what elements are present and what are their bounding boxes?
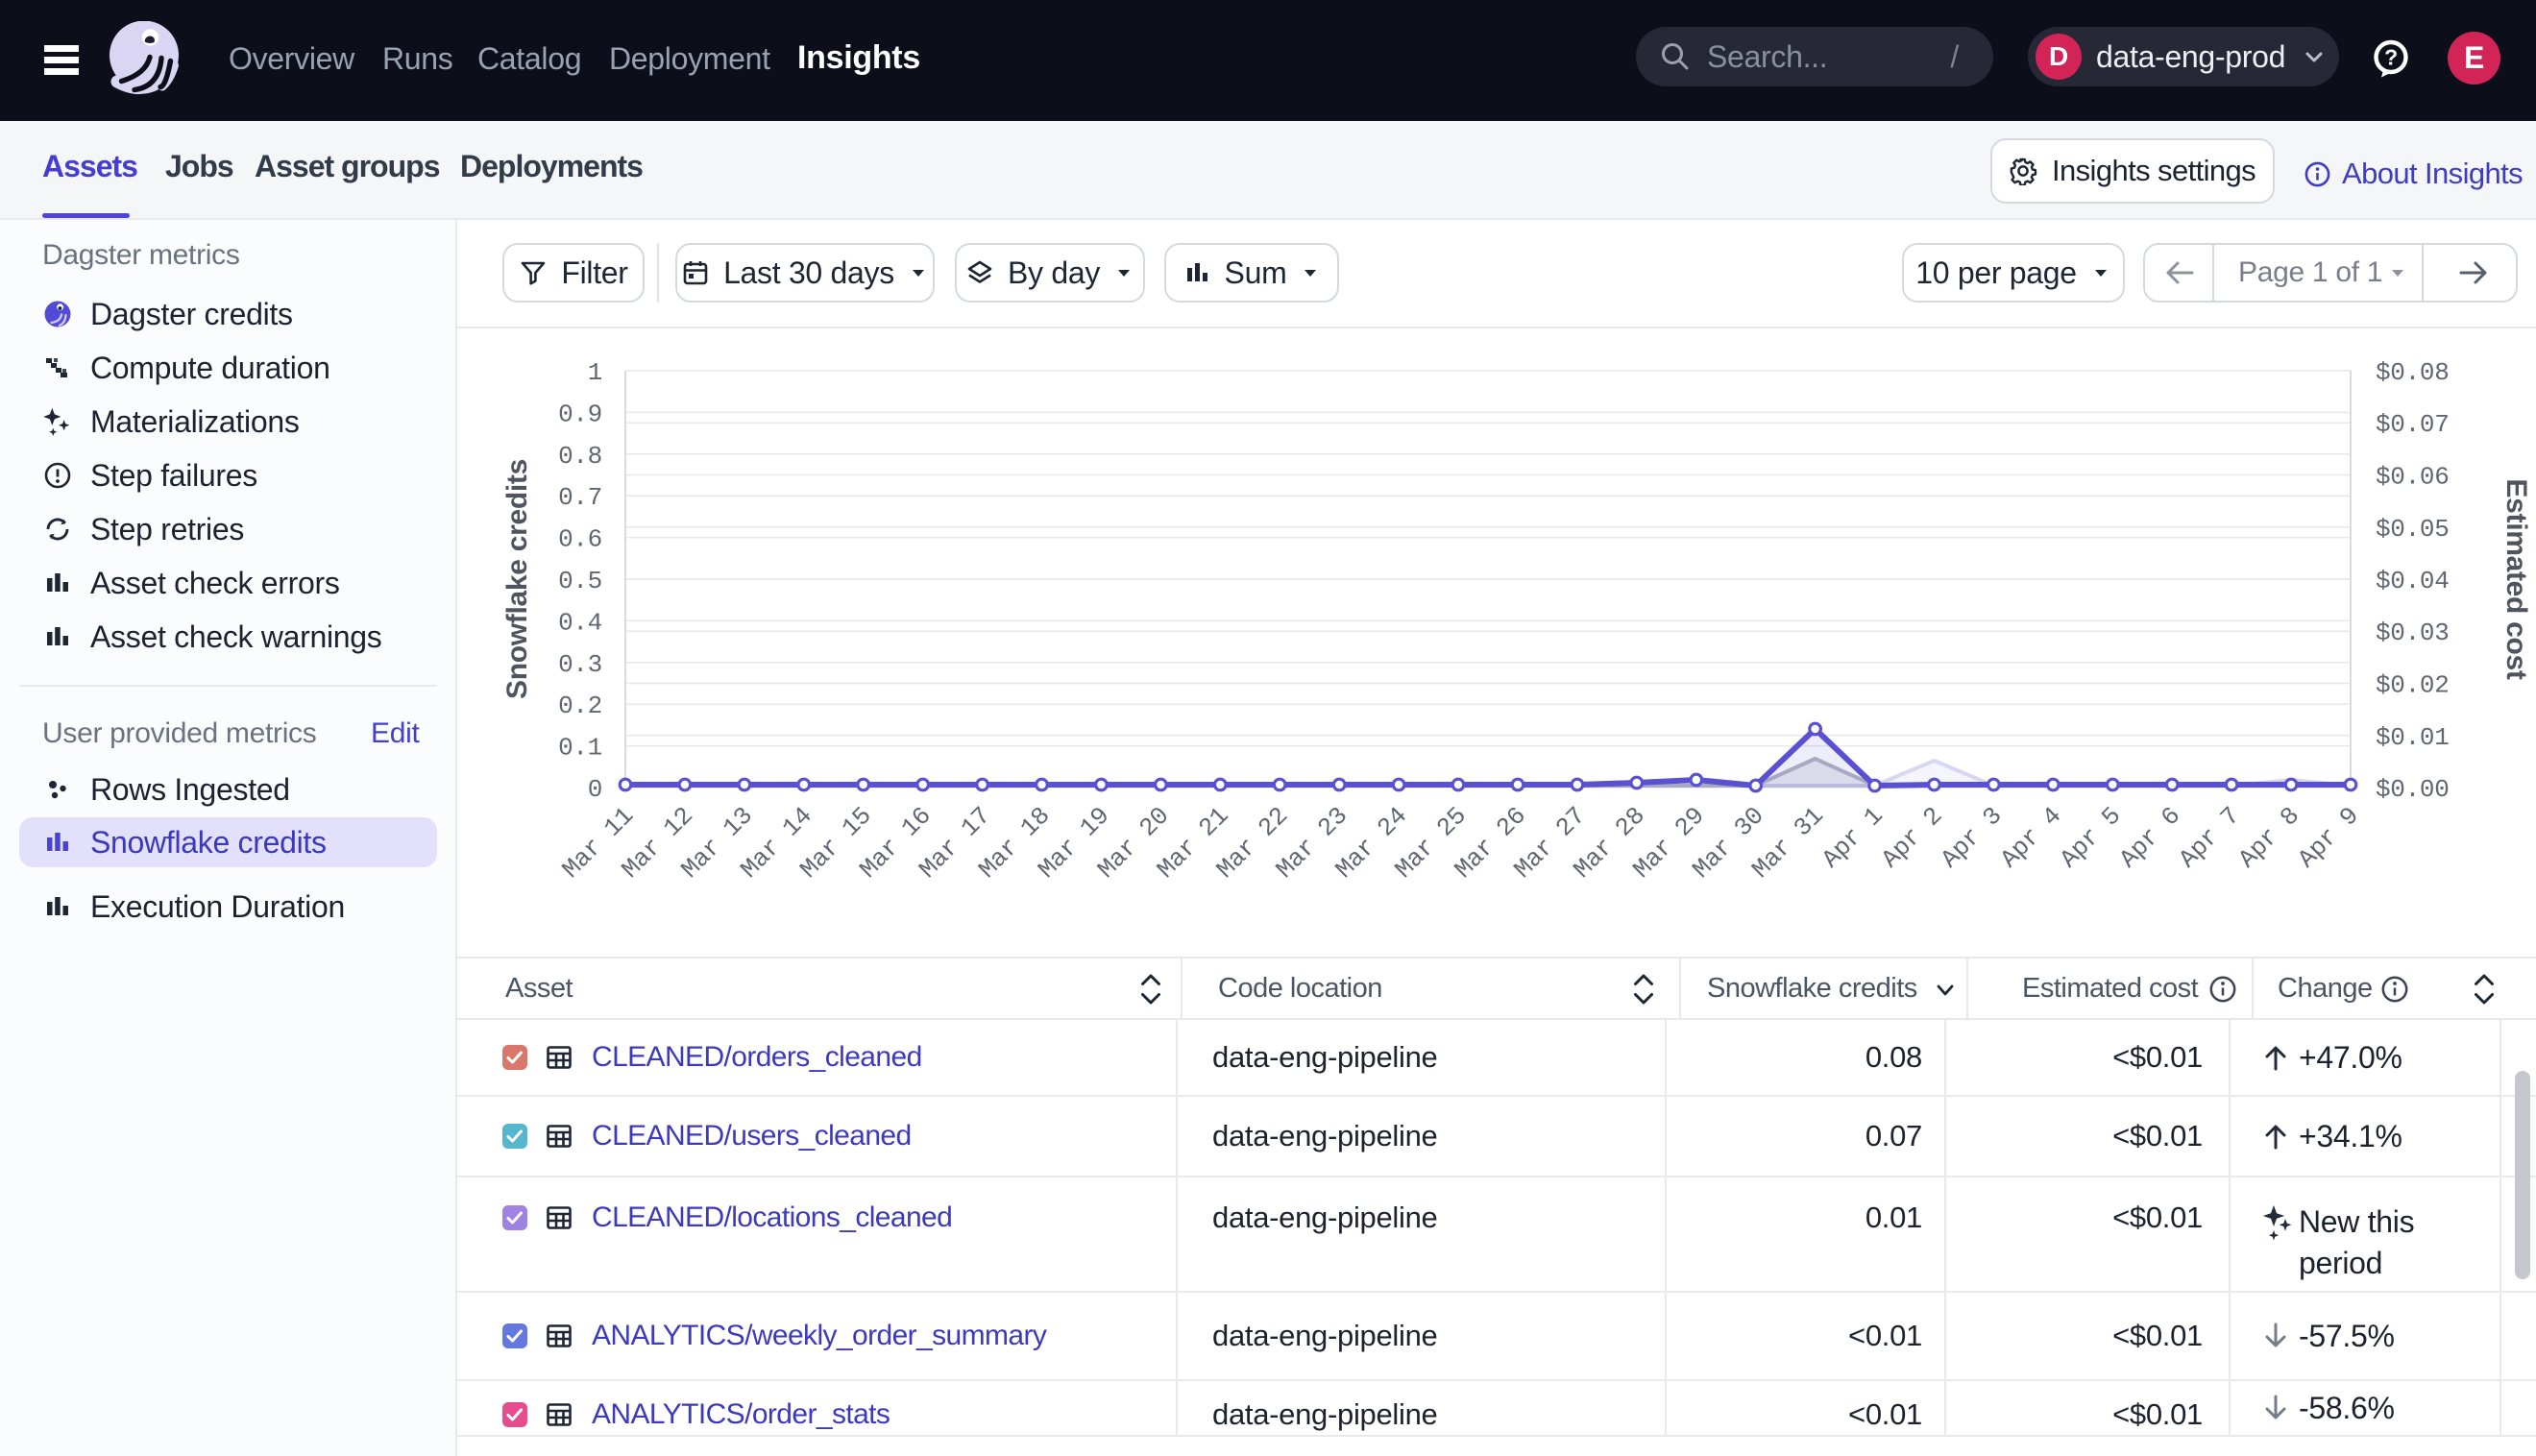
- svg-text:$0.01: $0.01: [2376, 723, 2450, 752]
- svg-text:Apr 4: Apr 4: [1995, 801, 2067, 873]
- svg-text:Apr 7: Apr 7: [2173, 801, 2245, 873]
- svg-text:$0.07: $0.07: [2376, 410, 2450, 439]
- svg-text:$0.03: $0.03: [2376, 619, 2450, 647]
- svg-text:Estimated cost: Estimated cost: [2500, 478, 2532, 680]
- svg-text:0.7: 0.7: [558, 483, 602, 512]
- svg-text:$0.06: $0.06: [2376, 463, 2450, 492]
- svg-text:0.6: 0.6: [558, 525, 602, 554]
- svg-text:Apr 9: Apr 9: [2292, 801, 2364, 873]
- svg-text:Apr 6: Apr 6: [2114, 801, 2186, 873]
- svg-text:0.2: 0.2: [558, 692, 602, 720]
- svg-text:Snowflake credits: Snowflake credits: [501, 459, 533, 699]
- svg-text:0.9: 0.9: [558, 400, 602, 428]
- svg-text:$0.08: $0.08: [2376, 358, 2450, 387]
- svg-text:$0.04: $0.04: [2376, 567, 2450, 595]
- svg-text:0.8: 0.8: [558, 442, 602, 471]
- svg-text:0.3: 0.3: [558, 650, 602, 679]
- svg-text:Apr 3: Apr 3: [1936, 801, 2008, 873]
- svg-text:0.5: 0.5: [558, 567, 602, 595]
- svg-text:$0.02: $0.02: [2376, 671, 2450, 700]
- svg-text:1: 1: [588, 358, 602, 387]
- svg-text:Apr 1: Apr 1: [1817, 801, 1889, 873]
- svg-text:Apr 5: Apr 5: [2055, 801, 2127, 873]
- svg-text:$0.05: $0.05: [2376, 515, 2450, 544]
- svg-text:$0.00: $0.00: [2376, 775, 2450, 804]
- svg-text:0: 0: [588, 775, 602, 804]
- svg-text:0.1: 0.1: [558, 734, 602, 763]
- svg-text:0.4: 0.4: [558, 608, 602, 637]
- svg-text:Apr 8: Apr 8: [2232, 801, 2304, 873]
- svg-text:Apr 2: Apr 2: [1876, 801, 1948, 873]
- svg-text:?: ?: [2384, 45, 2398, 70]
